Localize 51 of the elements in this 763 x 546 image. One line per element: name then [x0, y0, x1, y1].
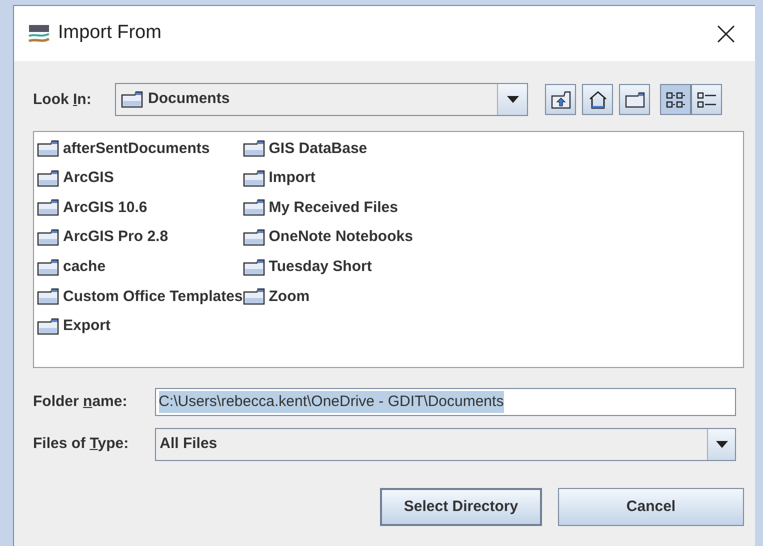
folder-icon: [37, 170, 59, 187]
view-toggle-button[interactable]: [691, 84, 722, 115]
folder-item[interactable]: afterSentDocuments: [37, 136, 243, 162]
folder-icon: [242, 170, 265, 187]
view-toggle-button[interactable]: [660, 84, 691, 115]
look-in-value: Documents: [148, 89, 230, 110]
folder-name-label: Folder name:: [33, 393, 128, 410]
folder-item[interactable]: ArcGIS: [37, 166, 243, 192]
folder-name-field[interactable]: C:\Users\rebecca.kent\OneDrive - GDIT\Documents: [154, 388, 736, 416]
folder-icon: [37, 229, 59, 246]
folder-item[interactable]: OneNote Notebooks: [242, 224, 413, 250]
toolbar-button[interactable]: [582, 84, 613, 115]
close-icon: [717, 24, 735, 42]
folder-item[interactable]: Import: [242, 166, 413, 192]
details-view-icon: [696, 90, 716, 108]
folder-item[interactable]: cache: [37, 254, 243, 280]
caret-icon: [716, 440, 728, 448]
list-view-icon: [666, 90, 686, 108]
select-directory-button[interactable]: Select Directory: [380, 488, 542, 526]
folder-item[interactable]: GIS DataBase: [242, 136, 413, 162]
folder-icon: [37, 258, 59, 276]
look-in-label: Look In:: [33, 90, 92, 108]
files-of-type-dropdown[interactable]: All Files: [154, 428, 736, 460]
folder-icon: [242, 140, 265, 158]
folder-item[interactable]: ArcGIS Pro 2.8: [37, 224, 243, 250]
folder-icon: [37, 140, 59, 158]
home-icon: [588, 90, 608, 108]
window-title: Import From: [58, 21, 162, 46]
folder-icon: [242, 229, 265, 246]
toolbar-button[interactable]: [619, 84, 650, 115]
folder-icon: [242, 199, 265, 216]
folder-item[interactable]: Tuesday Short: [242, 254, 413, 280]
app-logo-icon: [28, 22, 50, 44]
folder-up-icon: [550, 90, 570, 108]
cancel-button[interactable]: Cancel: [558, 488, 744, 526]
caret-icon: [506, 96, 518, 103]
folder-icon: [624, 92, 644, 108]
folder-item[interactable]: Custom Office Templates: [37, 284, 243, 310]
toolbar-button[interactable]: [545, 84, 576, 115]
files-of-type-label: Files of Type:: [33, 435, 129, 452]
folder-item[interactable]: My Received Files: [242, 195, 413, 221]
folder-item[interactable]: Zoom: [242, 284, 413, 310]
folder-icon: [242, 258, 265, 276]
folder-icon: [37, 199, 59, 216]
folder-item[interactable]: Export: [37, 314, 243, 340]
folder-item[interactable]: ArcGIS 10.6: [37, 195, 243, 221]
folder-icon: [37, 318, 59, 335]
look-in-dropdown[interactable]: Documents: [115, 83, 528, 116]
folder-icon: [37, 288, 59, 306]
folder-icon: [121, 91, 143, 108]
folder-icon: [242, 288, 265, 306]
